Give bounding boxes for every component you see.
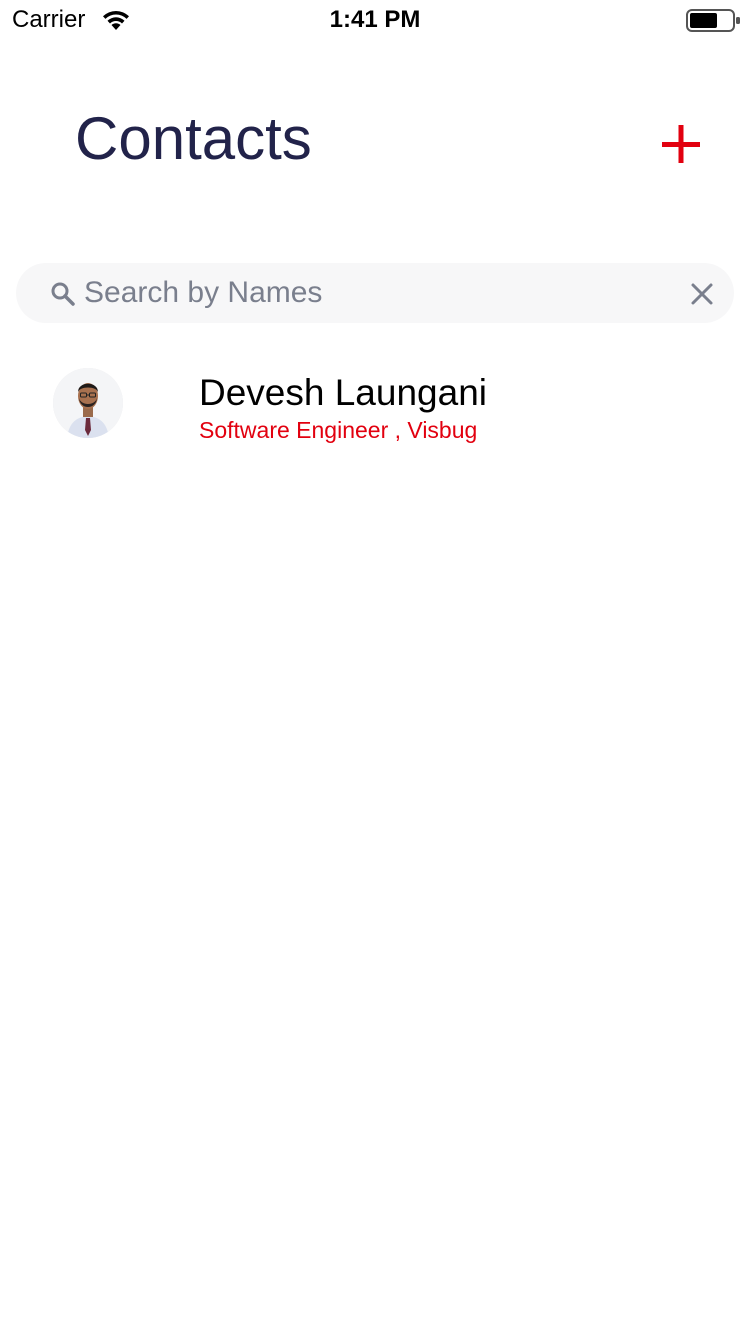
plus-icon — [662, 125, 700, 163]
avatar — [53, 368, 123, 438]
clear-search-button[interactable] — [684, 276, 720, 312]
search-input[interactable] — [84, 271, 674, 315]
page-title: Contacts — [75, 105, 312, 172]
battery-icon — [686, 9, 740, 32]
close-icon — [691, 283, 713, 305]
add-contact-button[interactable] — [656, 118, 708, 170]
status-bar: Carrier 1:41 PM — [0, 0, 750, 40]
search-icon — [51, 282, 75, 306]
contact-name: Devesh Laungani — [199, 372, 487, 413]
list-item[interactable]: Devesh Laungani Software Engineer , Visb… — [0, 356, 750, 452]
contact-subtitle: Software Engineer , Visbug — [199, 417, 478, 443]
search-bar — [16, 263, 734, 323]
status-time: 1:41 PM — [329, 6, 421, 33]
